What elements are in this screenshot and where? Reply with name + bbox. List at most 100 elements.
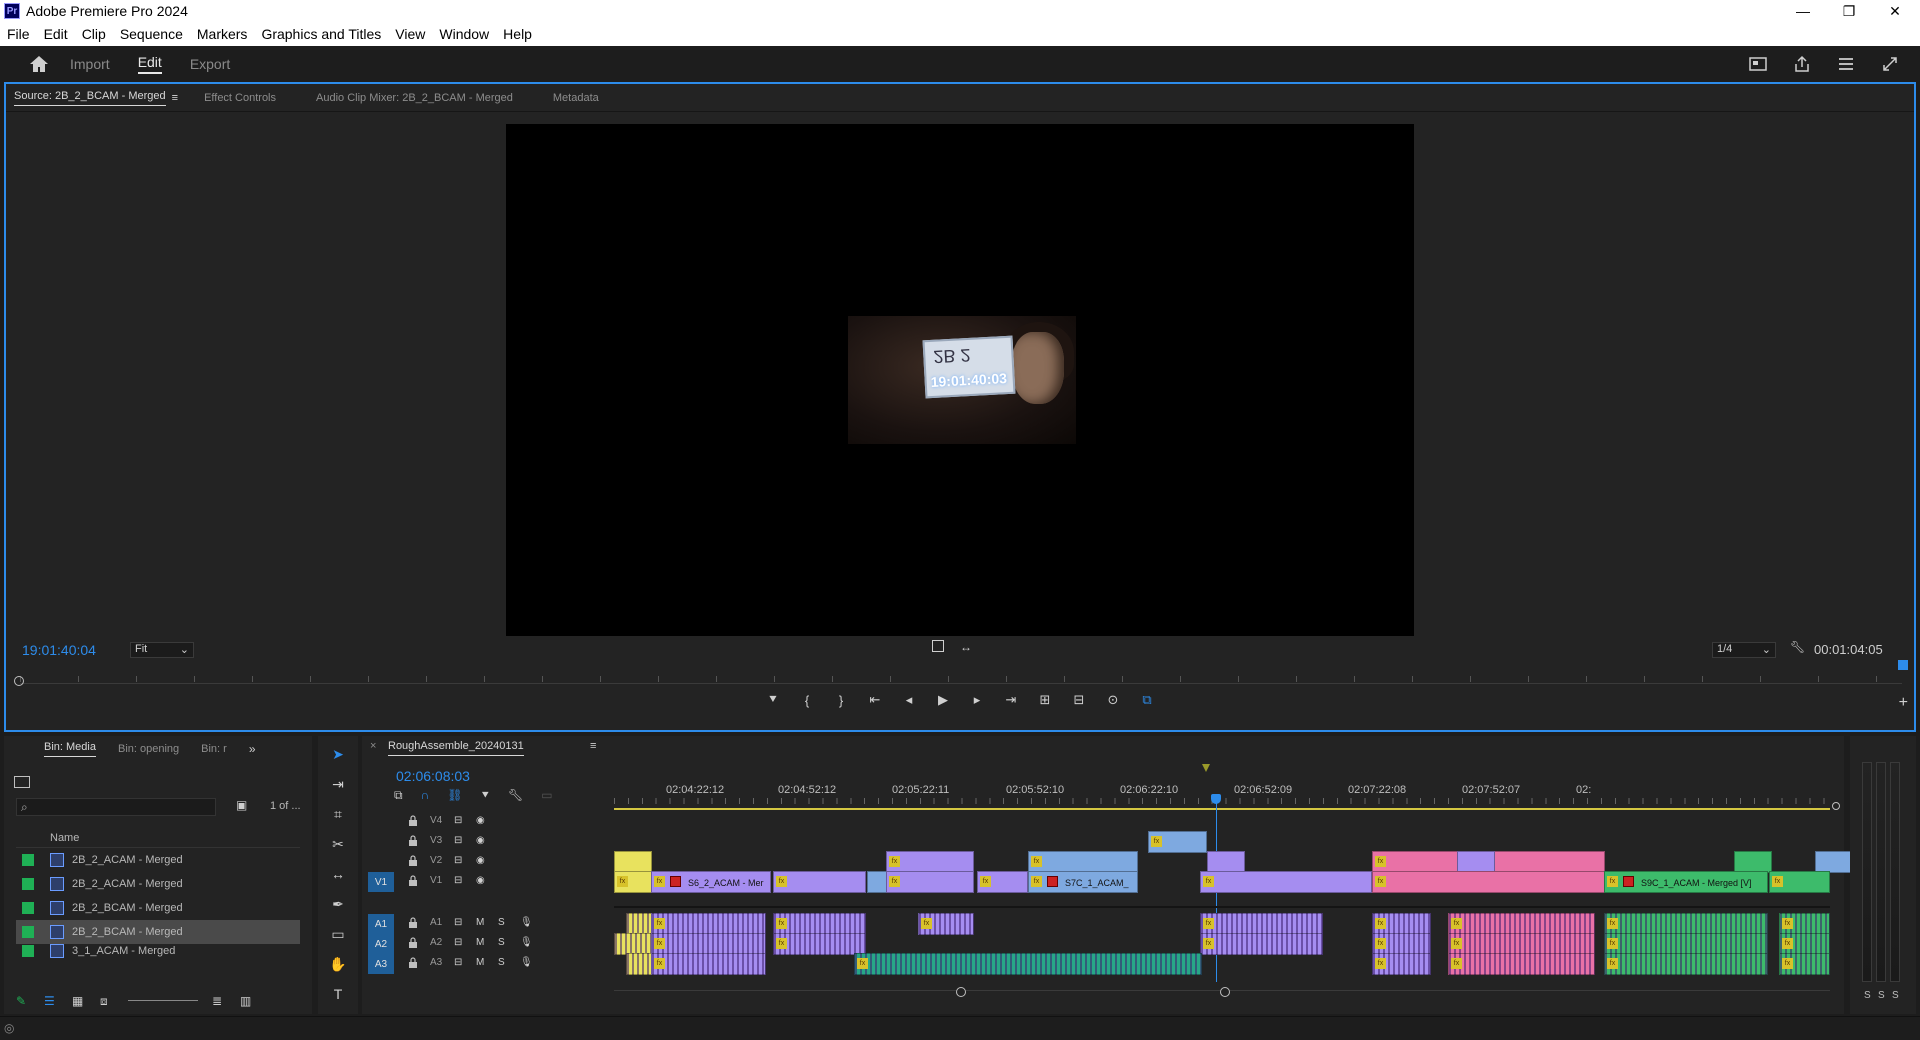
- source-time-ruler[interactable]: [14, 660, 1908, 686]
- tab-sequence[interactable]: RoughAssemble_20240131: [388, 740, 524, 756]
- mute-button[interactable]: M: [476, 937, 484, 948]
- menu-clip[interactable]: Clip: [75, 26, 113, 42]
- sync-lock-icon[interactable]: ⊟: [454, 957, 462, 968]
- video-clip[interactable]: fx S7C_1_ACAM_: [1028, 871, 1138, 893]
- play-icon[interactable]: ▶: [935, 692, 951, 708]
- folder-icon[interactable]: [14, 776, 30, 788]
- list-item[interactable]: 2B_2_BCAM - Merged: [16, 896, 300, 920]
- sync-lock-icon[interactable]: ⊟: [454, 855, 462, 866]
- track-target-toggle[interactable]: A2: [368, 934, 394, 954]
- column-header-name[interactable]: Name: [16, 828, 300, 848]
- tab-metadata[interactable]: Metadata: [553, 92, 599, 104]
- vertical-zoom-handle[interactable]: [1832, 802, 1840, 810]
- camera-icon[interactable]: ⊙: [1105, 692, 1121, 708]
- freeform-view-icon[interactable]: ⧈: [100, 994, 114, 1008]
- menu-markers[interactable]: Markers: [190, 26, 255, 42]
- solo-button[interactable]: S: [498, 957, 505, 968]
- microphone-icon[interactable]: 🎙︎: [520, 917, 533, 928]
- hand-tool-icon[interactable]: ✋: [326, 952, 350, 976]
- snap-icon[interactable]: ∩: [421, 788, 430, 803]
- source-video-canvas[interactable]: 2B 2 19:01:40:03: [506, 124, 1414, 636]
- track-select-tool-icon[interactable]: ⇥: [326, 772, 350, 796]
- solo-button[interactable]: S: [1864, 990, 1871, 1001]
- home-icon[interactable]: [28, 53, 50, 75]
- tab-effect-controls[interactable]: Effect Controls: [204, 92, 276, 104]
- solo-button[interactable]: S: [1878, 990, 1885, 1001]
- source-playhead-timecode[interactable]: 19:01:40:04: [22, 642, 96, 658]
- tab-audio-clip-mixer[interactable]: Audio Clip Mixer: 2B_2_BCAM - Merged: [316, 92, 513, 104]
- audio-clip[interactable]: fx: [1372, 953, 1431, 975]
- track-target-toggle[interactable]: [368, 852, 394, 872]
- track-lane-a3[interactable]: fx fx fx fx fx fx: [614, 952, 1830, 976]
- zoom-slider[interactable]: [128, 999, 198, 1001]
- icon-view-icon[interactable]: ▦: [72, 994, 86, 1008]
- video-clip[interactable]: fx: [773, 871, 866, 893]
- video-clip[interactable]: fx: [1200, 871, 1372, 893]
- sync-lock-icon[interactable]: ⊟: [454, 815, 462, 826]
- type-tool-icon[interactable]: T: [326, 982, 350, 1006]
- sync-lock-icon[interactable]: ⊟: [454, 875, 462, 886]
- menu-edit[interactable]: Edit: [37, 26, 75, 42]
- selection-tool-icon[interactable]: ➤: [326, 742, 350, 766]
- menu-view[interactable]: View: [388, 26, 432, 42]
- track-target-toggle[interactable]: A1: [368, 914, 394, 934]
- new-search-bin-icon[interactable]: ▣: [236, 798, 247, 812]
- list-item[interactable]: 3_1_ACAM - Merged: [16, 944, 300, 958]
- lock-icon[interactable]: [408, 875, 418, 887]
- video-clip[interactable]: fx S9C_1_ACAM - Merged [V]: [1604, 871, 1768, 893]
- share-icon[interactable]: [1792, 54, 1812, 74]
- list-view-icon[interactable]: ☰: [44, 994, 58, 1008]
- video-clip[interactable]: fx: [1769, 871, 1830, 893]
- more-tabs-icon[interactable]: »: [249, 742, 256, 756]
- menu-help[interactable]: Help: [496, 26, 539, 42]
- track-lane-v1[interactable]: fx fx S6_2_ACAM - Mer fx fx fx fx S7C_1_ACAM_ fx…: [614, 870, 1830, 894]
- drag-video-icon[interactable]: ↔: [960, 640, 972, 654]
- tab-source[interactable]: Source: 2B_2_BCAM - Merged: [14, 90, 166, 106]
- video-clip[interactable]: fx: [1372, 871, 1605, 893]
- list-item[interactable]: 2B_2_ACAM - Merged: [16, 872, 300, 896]
- bin-search-input[interactable]: ⌕: [16, 798, 216, 816]
- solo-button[interactable]: S: [498, 937, 505, 948]
- audio-clip[interactable]: fx: [1779, 953, 1830, 975]
- fullscreen-icon[interactable]: [1880, 54, 1900, 74]
- scrollbar-left-handle[interactable]: [956, 987, 966, 997]
- mark-out-icon[interactable]: }: [833, 692, 849, 708]
- mark-in-icon[interactable]: {: [799, 692, 815, 708]
- lock-icon[interactable]: [408, 917, 418, 929]
- track-target-toggle[interactable]: [368, 832, 394, 852]
- workspaces-icon[interactable]: [1748, 54, 1768, 74]
- playback-resolution-select[interactable]: 1/4 ⌄: [1712, 642, 1776, 658]
- linked-selection-icon[interactable]: ⛓: [447, 788, 462, 803]
- lock-icon[interactable]: [408, 957, 418, 969]
- timeline-time-ruler[interactable]: 02:04:22:12 02:04:52:12 02:05:22:11 02:05:5…: [614, 778, 1830, 810]
- solo-button[interactable]: S: [498, 917, 505, 928]
- scrollbar-right-handle[interactable]: [1220, 987, 1230, 997]
- add-marker-icon[interactable]: ⯆: [480, 788, 490, 803]
- minimize-button[interactable]: —: [1780, 0, 1826, 22]
- pencil-icon[interactable]: ✎: [16, 994, 30, 1008]
- video-clip[interactable]: fx: [977, 871, 1028, 893]
- mute-button[interactable]: M: [476, 957, 484, 968]
- razor-tool-icon[interactable]: ✂: [326, 832, 350, 856]
- panel-menu-icon[interactable]: ≡: [172, 92, 178, 104]
- pen-tool-icon[interactable]: ✒: [326, 892, 350, 916]
- comparison-view-icon[interactable]: ⧉: [1139, 692, 1155, 708]
- lock-icon[interactable]: [408, 815, 418, 827]
- step-forward-icon[interactable]: ▸: [969, 692, 985, 708]
- audio-clip[interactable]: fx: [854, 953, 1202, 975]
- insert-icon[interactable]: ⊞: [1037, 692, 1053, 708]
- workspace-tab-export[interactable]: Export: [190, 56, 230, 72]
- audio-clip[interactable]: fx: [651, 953, 766, 975]
- sequence-marker[interactable]: [1202, 764, 1210, 772]
- lock-icon[interactable]: [408, 937, 418, 949]
- sync-lock-icon[interactable]: ⊟: [454, 937, 462, 948]
- mute-button[interactable]: M: [476, 917, 484, 928]
- ripple-edit-tool-icon[interactable]: ⌗: [326, 802, 350, 826]
- source-playhead[interactable]: [1898, 660, 1908, 670]
- lock-icon[interactable]: [408, 855, 418, 867]
- restore-button[interactable]: ❐: [1826, 0, 1872, 22]
- audio-clip[interactable]: fx: [1604, 953, 1768, 975]
- menu-window[interactable]: Window: [432, 26, 496, 42]
- eye-icon[interactable]: ◉: [476, 875, 485, 886]
- go-to-in-icon[interactable]: ⇤: [867, 692, 883, 708]
